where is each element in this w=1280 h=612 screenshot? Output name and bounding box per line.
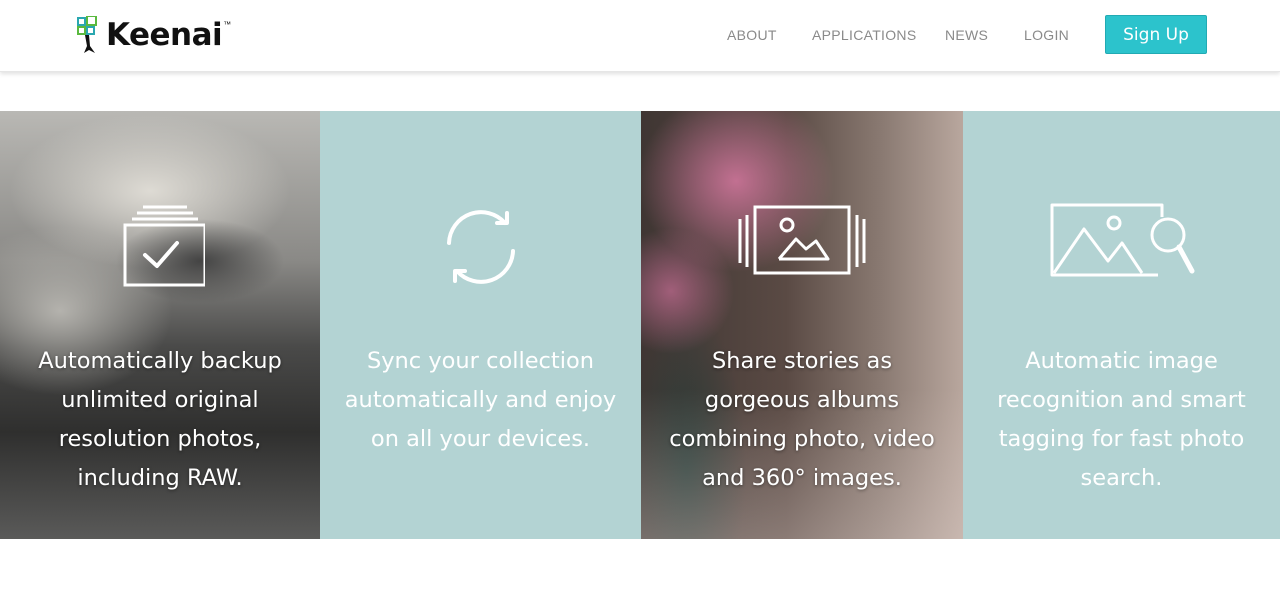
feature-albums-text: Share stories as gorgeous albums combini…	[669, 348, 935, 491]
feature-recognition: Automatic image recognition and smart ta…	[963, 111, 1280, 539]
brand-name: Keenai	[106, 16, 223, 53]
feature-sync-text: Sync your collection automatically and e…	[344, 348, 617, 452]
nav-news[interactable]: NEWS	[945, 27, 988, 43]
feature-backup-text: Automatically backup unlimited original …	[38, 348, 282, 491]
tree-logo-icon	[77, 16, 97, 53]
photo-album-icon	[641, 201, 963, 281]
sign-up-button[interactable]: Sign Up	[1105, 15, 1207, 54]
nav-applications[interactable]: APPLICATIONS	[812, 27, 916, 43]
sync-icon	[320, 201, 641, 293]
image-search-icon	[963, 201, 1280, 281]
trademark-mark: ™	[223, 20, 232, 29]
site-header: Keenai ™ ABOUT APPLICATIONS NEWS LOGIN S…	[0, 0, 1280, 72]
stacked-check-icon	[0, 201, 320, 287]
nav-login[interactable]: LOGIN	[1024, 27, 1069, 43]
feature-sync: Sync your collection automatically and e…	[320, 111, 641, 539]
features-section: Automatically backup unlimited original …	[0, 111, 1280, 539]
nav-about[interactable]: ABOUT	[727, 27, 777, 43]
feature-recognition-text: Automatic image recognition and smart ta…	[997, 348, 1246, 491]
brand-logo[interactable]: Keenai ™	[77, 15, 231, 55]
feature-backup: Automatically backup unlimited original …	[0, 111, 320, 539]
feature-albums: Share stories as gorgeous albums combini…	[641, 111, 963, 539]
